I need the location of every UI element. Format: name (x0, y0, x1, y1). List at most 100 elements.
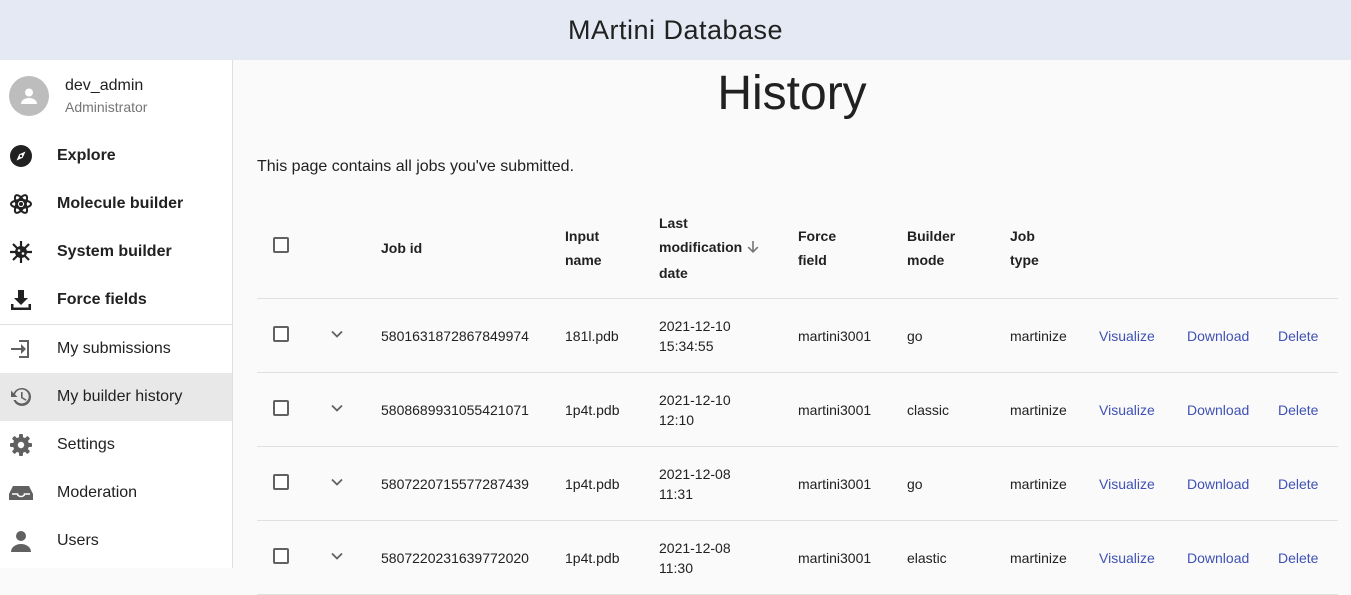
nav-explore[interactable]: Explore (0, 132, 232, 180)
header-text: type (1010, 252, 1039, 268)
person-avatar-icon (21, 88, 37, 104)
download-button[interactable]: Download (1187, 402, 1249, 418)
delete-button[interactable]: Delete (1278, 328, 1318, 344)
cell-job-id: 5808689931055421071 (381, 372, 565, 447)
cell-job-id: 5807220231639772020 (381, 520, 565, 595)
compass-icon (8, 143, 34, 169)
cell-job-type: martinize (1010, 372, 1099, 447)
nav-label: Moderation (57, 484, 138, 501)
nav-users[interactable]: Users (0, 517, 232, 565)
nav-moderation[interactable]: Moderation (0, 469, 232, 517)
row-checkbox[interactable] (273, 474, 289, 490)
visualize-button[interactable]: Visualize (1099, 550, 1155, 566)
nav-label: Settings (57, 436, 115, 453)
date-text: 2021-12-08 (659, 465, 731, 482)
download-button[interactable]: Download (1187, 328, 1249, 344)
nav-label: Force fields (57, 291, 147, 308)
delete-button[interactable]: Delete (1278, 550, 1318, 566)
row-checkbox[interactable] (273, 326, 289, 342)
gear-icon (8, 432, 34, 458)
download-button[interactable]: Download (1187, 550, 1249, 566)
inbox-icon (8, 480, 34, 506)
cell-date: 2021-12-08 11:30 (659, 520, 798, 595)
nav-settings[interactable]: Settings (0, 421, 232, 469)
date-text: 2021-12-08 (659, 539, 731, 556)
login-arrow-icon (8, 336, 34, 362)
cell-date: 2021-12-10 15:34:55 (659, 298, 798, 373)
cell-force-field: martini3001 (798, 298, 907, 373)
table-row: 5807220715577287439 1p4t.pdb 2021-12-08 1… (257, 446, 1338, 521)
header-force-field[interactable]: Force field (798, 198, 907, 299)
header-download (1187, 198, 1278, 299)
nav-molecule-builder[interactable]: Molecule builder (0, 180, 232, 228)
cell-builder-mode: go (907, 298, 1010, 373)
jobs-table: Job id Input name Last modification date Fo… (257, 198, 1338, 595)
header-text: Force (798, 228, 837, 244)
delete-button[interactable]: Delete (1278, 476, 1318, 492)
main-content: History This page contains all jobs you'… (233, 60, 1351, 595)
person-icon (8, 528, 34, 554)
header-delete (1278, 198, 1338, 299)
user-role: Administrator (65, 99, 148, 115)
table-row: 5808689931055421071 1p4t.pdb 2021-12-10 1… (257, 372, 1338, 447)
table-row: 5807220231639772020 1p4t.pdb 2021-12-08 1… (257, 520, 1338, 595)
cell-builder-mode: classic (907, 372, 1010, 447)
page-title: History (717, 67, 867, 120)
header-text: modification (659, 239, 743, 256)
table-row: 5801631872867849974 181l.pdb 2021-12-10 1… (257, 298, 1338, 373)
nav-my-builder-history[interactable]: My builder history (0, 373, 232, 421)
time-text: 12:10 (659, 411, 695, 428)
header-input-name[interactable]: Input name (565, 198, 659, 299)
header-job-type[interactable]: Job type (1010, 198, 1099, 299)
select-all-checkbox[interactable] (273, 237, 289, 253)
visualize-button[interactable]: Visualize (1099, 328, 1155, 344)
chevron-down-icon[interactable] (327, 398, 347, 418)
nav-my-submissions[interactable]: My submissions (0, 325, 232, 373)
cell-force-field: martini3001 (798, 372, 907, 447)
sidebar: dev_admin Administrator Explore Molecule… (0, 60, 233, 568)
user-name: dev_admin (65, 77, 144, 94)
table-header-row: Job id Input name Last modification date Fo… (257, 198, 1338, 299)
header-text: name (565, 252, 602, 268)
nav-system-builder[interactable]: System builder (0, 228, 232, 276)
user-profile: dev_admin Administrator (0, 60, 232, 132)
visualize-button[interactable]: Visualize (1099, 402, 1155, 418)
page-description: This page contains all jobs you've submi… (257, 158, 575, 175)
cell-job-type: martinize (1010, 298, 1099, 373)
download-button[interactable]: Download (1187, 476, 1249, 492)
header-text: field (798, 252, 827, 268)
date-text: 2021-12-10 (659, 391, 731, 408)
chevron-down-icon[interactable] (327, 472, 347, 492)
delete-button[interactable]: Delete (1278, 402, 1318, 418)
cell-force-field: martini3001 (798, 446, 907, 521)
avatar (9, 76, 49, 116)
virus-icon (8, 239, 34, 265)
sort-arrow-down-icon[interactable] (746, 237, 760, 261)
header-last-modification-date[interactable]: Last modification date (659, 198, 798, 299)
cell-job-id: 5801631872867849974 (381, 298, 565, 373)
header-text: mode (907, 252, 945, 268)
nav-force-fields[interactable]: Force fields (0, 276, 232, 324)
chevron-down-icon[interactable] (327, 546, 347, 566)
header-builder-mode[interactable]: Builder mode (907, 198, 1010, 299)
cell-job-type: martinize (1010, 446, 1099, 521)
nav-label: My submissions (57, 340, 171, 357)
history-icon (8, 384, 34, 410)
cell-builder-mode: go (907, 446, 1010, 521)
row-checkbox[interactable] (273, 400, 289, 416)
cell-input-name: 181l.pdb (565, 298, 659, 373)
header-job-id[interactable]: Job id (381, 198, 565, 299)
row-checkbox[interactable] (273, 548, 289, 564)
cell-job-id: 5807220715577287439 (381, 446, 565, 521)
cell-input-name: 1p4t.pdb (565, 446, 659, 521)
download-tray-icon (8, 287, 34, 313)
atom-icon (8, 191, 34, 217)
header-text: Builder (907, 228, 956, 244)
header-text: Job (1010, 228, 1035, 244)
time-text: 11:31 (659, 485, 693, 502)
cell-date: 2021-12-10 12:10 (659, 372, 798, 447)
visualize-button[interactable]: Visualize (1099, 476, 1155, 492)
cell-input-name: 1p4t.pdb (565, 520, 659, 595)
chevron-down-icon[interactable] (327, 324, 347, 344)
cell-force-field: martini3001 (798, 520, 907, 595)
